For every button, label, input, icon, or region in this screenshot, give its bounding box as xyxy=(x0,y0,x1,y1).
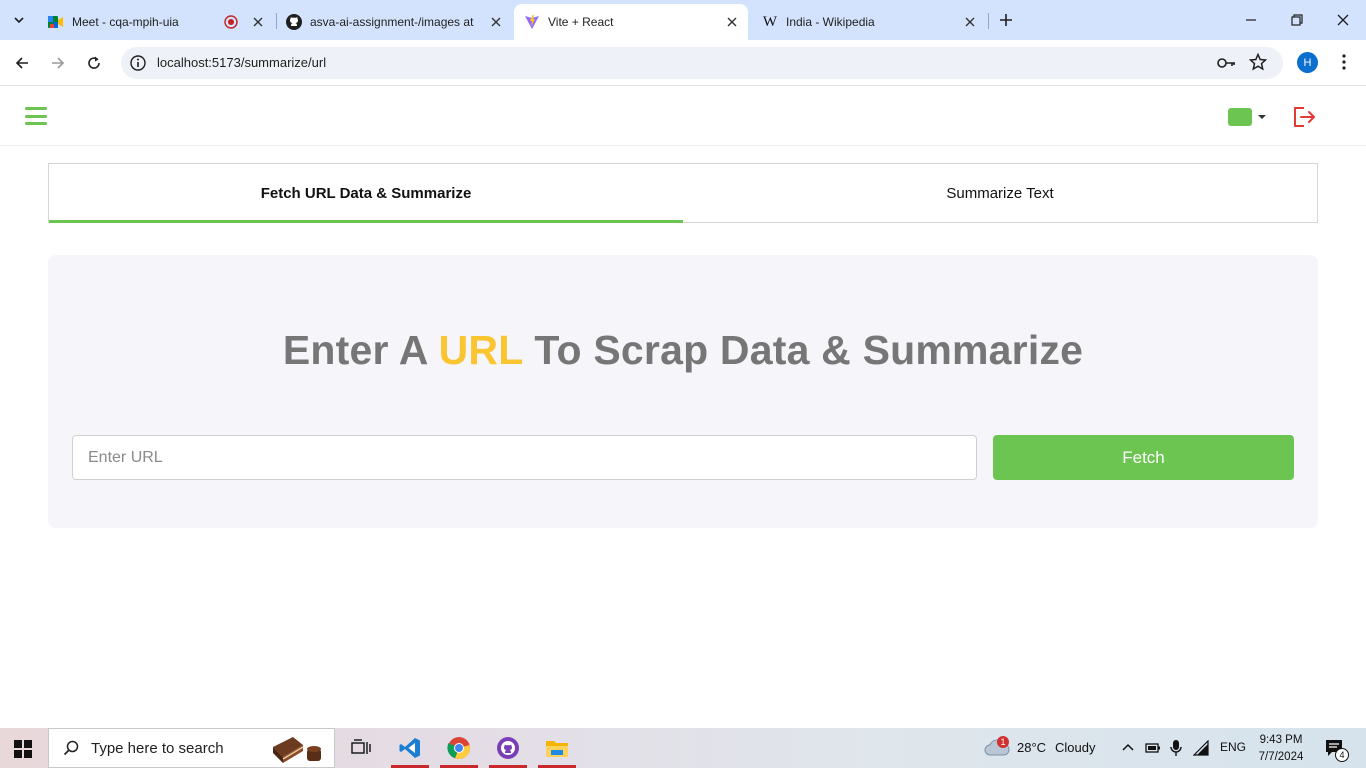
address-url: localhost:5173/summarize/url xyxy=(157,55,327,70)
url-input[interactable] xyxy=(72,435,977,480)
tab-separator xyxy=(988,13,989,29)
theme-color-swatch xyxy=(1228,108,1252,126)
heading-accent-url: URL xyxy=(438,327,523,373)
weather-alert-badge: 1 xyxy=(997,736,1009,748)
wifi-icon[interactable] xyxy=(1193,740,1209,756)
minimize-icon[interactable] xyxy=(1228,0,1274,40)
theme-color-picker[interactable] xyxy=(1228,108,1266,126)
vite-icon xyxy=(524,14,540,30)
microphone-icon[interactable] xyxy=(1169,739,1183,757)
search-icon xyxy=(63,740,79,756)
page-heading: Enter A URL To Scrap Data & Summarize xyxy=(48,327,1318,374)
browser-toolbar: localhost:5173/summarize/url H xyxy=(0,40,1366,86)
github-icon xyxy=(286,14,302,30)
weather-temperature: 28°C xyxy=(1017,740,1047,755)
windows-start-icon[interactable] xyxy=(14,740,32,758)
tab-close-icon[interactable] xyxy=(724,14,740,30)
summarize-mode-tabs: Fetch URL Data & Summarize Summarize Tex… xyxy=(48,163,1318,223)
task-view-icon[interactable] xyxy=(338,728,384,768)
browser-menu-icon[interactable] xyxy=(1334,52,1354,72)
tab-title: Vite + React xyxy=(548,15,614,29)
tab-fetch-url[interactable]: Fetch URL Data & Summarize xyxy=(49,164,683,223)
taskbar-clock[interactable]: 9:43 PM 7/7/2024 xyxy=(1252,732,1310,766)
tab-title: asva-ai-assignment-/images at xyxy=(310,15,474,29)
github-desktop-icon[interactable] xyxy=(485,728,531,768)
tab-title: Meet - cqa-mpih-uia xyxy=(72,15,179,29)
clock-date: 7/7/2024 xyxy=(1258,751,1304,763)
url-summarize-card: Enter A URL To Scrap Data & Summarize Fe… xyxy=(48,255,1318,528)
fetch-button[interactable]: Fetch xyxy=(993,435,1294,480)
browser-tab-wikipedia[interactable]: W India - Wikipedia xyxy=(752,4,986,40)
wikipedia-icon: W xyxy=(762,13,778,30)
chocolate-cake-icon xyxy=(269,733,327,765)
weather-condition: Cloudy xyxy=(1055,740,1096,755)
recording-icon xyxy=(224,15,238,29)
hamburger-menu-icon[interactable] xyxy=(25,107,47,125)
bookmark-star-icon[interactable] xyxy=(1248,52,1268,71)
tab-search-chevron-icon[interactable] xyxy=(7,8,31,32)
password-key-icon[interactable] xyxy=(1216,54,1235,72)
language-indicator[interactable]: ENG xyxy=(1220,740,1246,754)
vscode-icon[interactable] xyxy=(387,728,433,768)
chrome-icon[interactable] xyxy=(436,728,482,768)
logout-icon[interactable] xyxy=(1291,105,1317,129)
taskbar-search-box[interactable]: Type here to search xyxy=(48,728,335,768)
clock-time: 9:43 PM xyxy=(1259,734,1303,746)
forward-arrow-icon[interactable] xyxy=(46,51,70,75)
heading-text-start: Enter A xyxy=(282,327,439,373)
restore-icon[interactable] xyxy=(1274,0,1320,40)
profile-avatar[interactable]: H xyxy=(1297,52,1318,73)
google-meet-icon xyxy=(48,14,64,30)
back-arrow-icon[interactable] xyxy=(10,51,34,75)
browser-tab-github[interactable]: asva-ai-assignment-/images at xyxy=(276,4,512,40)
browser-tab-meet[interactable]: Meet - cqa-mpih-uia xyxy=(38,4,274,40)
window-close-icon[interactable] xyxy=(1320,0,1366,40)
browser-tab-vite-react[interactable]: Vite + React xyxy=(514,4,748,40)
battery-icon[interactable] xyxy=(1145,741,1161,755)
heading-text-end: To Scrap Data & Summarize xyxy=(522,327,1084,373)
tab-title: India - Wikipedia xyxy=(786,15,875,29)
tab-summarize-text[interactable]: Summarize Text xyxy=(683,164,1317,222)
taskbar-search-placeholder: Type here to search xyxy=(91,739,224,757)
tab-close-icon[interactable] xyxy=(488,14,504,30)
caret-down-icon xyxy=(1258,115,1266,119)
reload-icon[interactable] xyxy=(82,51,106,75)
tray-chevron-up-icon[interactable] xyxy=(1121,741,1135,755)
address-bar[interactable]: localhost:5173/summarize/url xyxy=(121,47,1283,79)
new-tab-plus-icon[interactable] xyxy=(994,8,1018,32)
notification-count-badge: 4 xyxy=(1335,748,1349,762)
app-header xyxy=(0,87,1366,146)
windows-taskbar: Type here to search 1 28°C Cloudy ENG 9:… xyxy=(0,728,1366,768)
file-explorer-icon[interactable] xyxy=(534,728,580,768)
tab-close-icon[interactable] xyxy=(962,14,978,30)
site-info-icon[interactable] xyxy=(129,54,147,72)
browser-tab-strip: Meet - cqa-mpih-uia asva-ai-assignment-/… xyxy=(0,0,1366,40)
tab-close-icon[interactable] xyxy=(250,14,266,30)
